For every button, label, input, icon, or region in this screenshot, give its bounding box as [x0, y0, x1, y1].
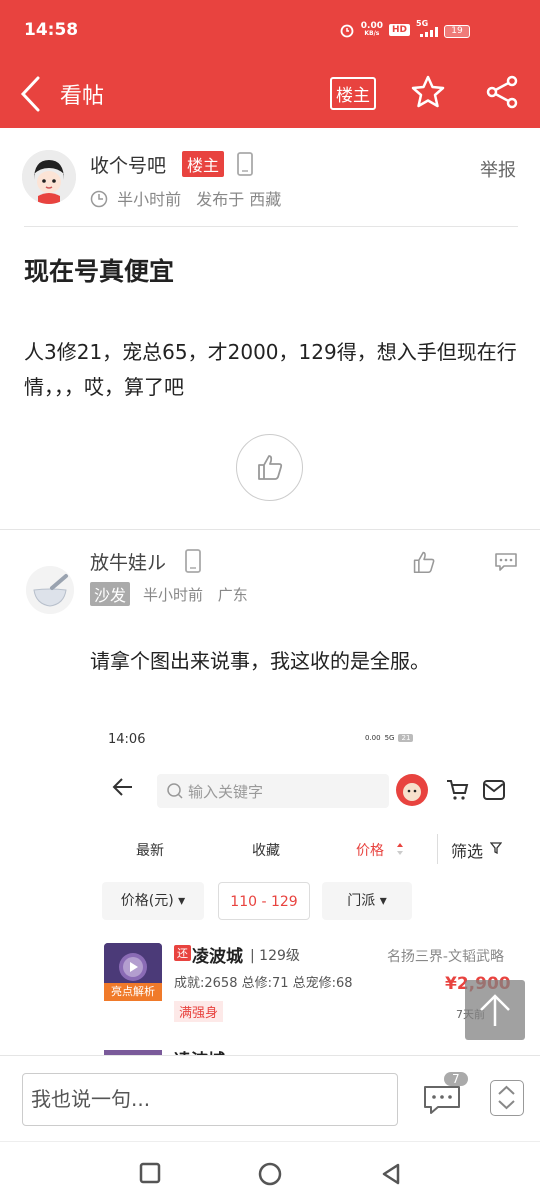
report-button[interactable]: 举报 — [480, 156, 516, 182]
embedded-filter-school: 门派 ▾ — [322, 882, 412, 920]
embedded-filter-price-label: 价格(元) — [120, 893, 174, 909]
reply-text: 请拿个图出来说事，我这收的是全服。 — [90, 649, 430, 673]
post-title: 现在号真便宜 — [24, 257, 175, 286]
reply-time: 半小时前 — [143, 586, 204, 604]
embedded-thumb-tag: 亮点解析 — [104, 983, 162, 1001]
comment-bar: 我也说一句... 7 — [0, 1055, 540, 1141]
embedded-back-icon — [112, 778, 132, 796]
reply-like-icon[interactable] — [412, 550, 436, 574]
embedded-filter-school-label: 门派 — [347, 893, 376, 909]
embedded-tab-divider — [437, 834, 438, 864]
phone-icon — [237, 152, 253, 176]
net-speed: 0.00 KB/s — [361, 22, 383, 38]
like-button[interactable] — [236, 434, 303, 501]
embedded-mail-icon — [483, 780, 505, 800]
star-icon[interactable] — [410, 74, 446, 110]
net-speed-value: 0.00 — [360, 21, 383, 31]
battery-icon: 19 — [444, 25, 470, 38]
comments-icon[interactable] — [422, 1081, 462, 1115]
arrow-up-icon — [480, 994, 510, 1026]
avatar[interactable] — [22, 150, 76, 204]
embedded-net: 0.00 — [365, 734, 381, 742]
post-time: 半小时前 — [117, 190, 182, 209]
post-meta: 半小时前 发布于 西藏 — [90, 186, 281, 210]
embedded-time: 14:06 — [108, 732, 146, 747]
back-triangle-icon[interactable] — [380, 1162, 402, 1186]
reply-avatar[interactable] — [26, 566, 74, 614]
system-nav-bar — [0, 1141, 540, 1204]
status-icons: 0.00 KB/s HD 5G — [339, 19, 438, 38]
page-title: 看帖 — [60, 84, 105, 109]
post-author: 收个号吧 楼主 半小时前 发布于 西藏 举报 — [0, 128, 540, 226]
embedded-search-placeholder: 输入关键字 — [188, 783, 264, 801]
hd-icon: HD — [388, 24, 410, 36]
up-down-icon — [498, 1085, 515, 1110]
post-body: 人3修21，宠总65，才2000，129得，想入手但现在行情，，，哎，算了吧 — [24, 340, 517, 399]
divider — [24, 226, 518, 227]
reply-meta: 半小时前 广东 — [143, 584, 248, 605]
back-arrow-icon[interactable] — [18, 74, 42, 114]
embedded-tab-newest: 最新 — [136, 843, 164, 859]
home-icon[interactable] — [258, 1162, 282, 1186]
embedded-avatar-icon — [396, 774, 428, 806]
embedded-item2-name: 凌波城 — [174, 1046, 225, 1055]
embedded-item-badge: 满强身 — [174, 1001, 224, 1022]
reply-comment-icon[interactable] — [494, 552, 518, 572]
embedded-item-tag: 还 — [174, 945, 191, 961]
app-bar: 看帖 楼主 — [0, 60, 540, 128]
net-speed-unit: KB/s — [364, 30, 380, 37]
embedded-filter-price: 价格(元) ▾ — [102, 882, 204, 920]
reply-item: 放牛娃ル 沙发 半小时前 广东 请拿个图出来说事，我这收的是全服。 14:06 … — [0, 530, 540, 1055]
reply-location: 广东 — [217, 586, 248, 604]
embedded-sort-icon — [397, 843, 403, 855]
thumbs-up-icon — [258, 455, 283, 480]
embedded-search-icon — [167, 783, 183, 799]
share-icon[interactable] — [484, 74, 520, 110]
embedded-tab-fav: 收藏 — [252, 843, 280, 859]
signal-icon: 5G — [416, 19, 438, 37]
reply-author-name[interactable]: 放牛娃ル — [90, 548, 166, 575]
phone-icon — [185, 549, 201, 573]
back-to-top-button[interactable] — [465, 980, 525, 1040]
reply-image[interactable]: 14:06 0.00 5G 21 输入关键字 最新 收藏 价格 筛选 价格(元)… — [90, 710, 520, 1055]
alarm-icon — [340, 24, 354, 38]
status-time: 14:58 — [24, 20, 79, 40]
floor-badge: 沙发 — [90, 582, 131, 606]
embedded-status-icons: 0.00 5G 21 — [365, 734, 414, 742]
clock-icon — [90, 190, 108, 208]
comment-input[interactable]: 我也说一句... — [22, 1073, 398, 1126]
host-only-button[interactable]: 楼主 — [330, 77, 376, 110]
post-location: 发布于 西藏 — [196, 190, 282, 209]
host-badge: 楼主 — [182, 151, 225, 177]
embedded-signal: 5G — [384, 734, 395, 742]
embedded-tab-filter: 筛选 — [451, 842, 484, 861]
embedded-item-level: | 129级 — [250, 948, 300, 964]
embedded-item-stats: 成就:2658 总修:71 总宠修:68 — [174, 976, 353, 991]
comment-count-badge: 7 — [444, 1072, 468, 1086]
embedded-filter-range: 110 - 129 — [218, 882, 310, 920]
author-name[interactable]: 收个号吧 — [90, 151, 166, 178]
embedded-tab-price: 价格 — [356, 843, 384, 859]
embedded-filter-icon — [490, 842, 502, 854]
embedded-item-server: 名扬三界-文韬武略 — [386, 949, 504, 965]
status-bar: 14:58 0.00 KB/s HD 5G 19 — [0, 0, 540, 60]
recents-icon[interactable] — [139, 1162, 161, 1184]
embedded-cart-icon — [447, 780, 469, 800]
embedded-battery: 21 — [398, 734, 414, 742]
embedded-item-name: 凌波城 — [192, 947, 243, 967]
floor-jump-button[interactable] — [490, 1080, 524, 1116]
